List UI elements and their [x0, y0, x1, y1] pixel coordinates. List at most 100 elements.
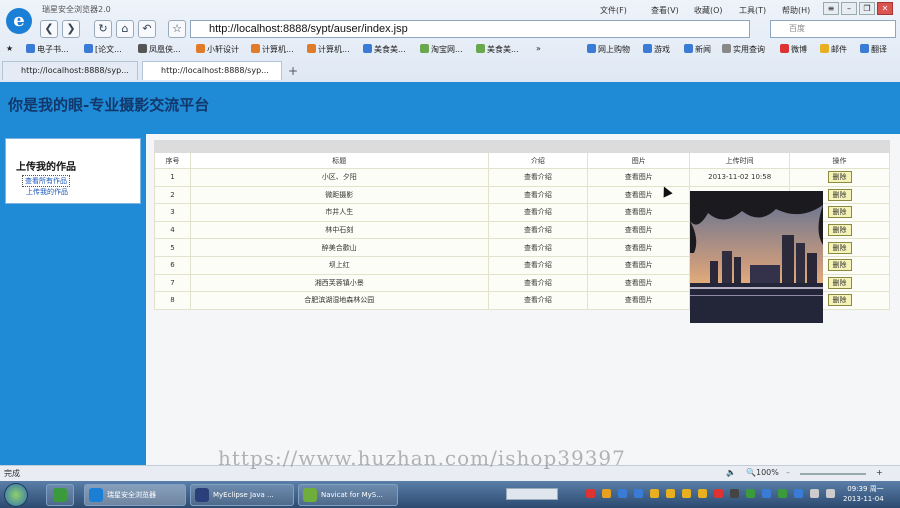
- zoom-in-icon[interactable]: +: [876, 468, 883, 477]
- row-title: 合肥滨湖湿地森林公园: [189, 291, 489, 310]
- zoom-icon[interactable]: 🔍: [746, 468, 756, 477]
- view-intro-link[interactable]: 查看介绍: [487, 238, 589, 257]
- view-picture-link[interactable]: 查看图片: [587, 185, 691, 205]
- fav-item[interactable]: 美食美...: [476, 44, 519, 55]
- back-button[interactable]: ❮: [40, 20, 58, 38]
- view-intro-link[interactable]: 查看介绍: [487, 291, 589, 310]
- tab-2[interactable]: http://localhost:8888/syp...: [142, 61, 282, 80]
- view-picture-link[interactable]: 查看图片: [587, 220, 691, 240]
- fav-item[interactable]: 新闻: [684, 44, 711, 55]
- favorites-bar: ★ 电子书... [论文... 凤凰侠... 小轩设计 计算机... 计算机..…: [0, 41, 900, 59]
- favorites-star-icon[interactable]: ★: [6, 44, 13, 53]
- tray-icon[interactable]: [650, 489, 659, 498]
- fav-item[interactable]: 翻译: [860, 44, 887, 55]
- taskbar-item-navicat[interactable]: Navicat for MyS...: [298, 484, 398, 506]
- clock-weekday: 周一: [869, 485, 884, 493]
- search-input[interactable]: 百度: [770, 20, 896, 38]
- tray-icon[interactable]: [746, 489, 755, 498]
- tray-icon[interactable]: [682, 489, 691, 498]
- fav-item[interactable]: 计算机...: [251, 44, 294, 55]
- fav-item[interactable]: 美食美...: [363, 44, 406, 55]
- fav-item[interactable]: 小轩设计: [196, 44, 239, 55]
- menu-file[interactable]: 文件(F): [600, 5, 627, 16]
- restore-icon[interactable]: ❐: [859, 2, 875, 15]
- tray-icon[interactable]: [778, 489, 787, 498]
- fav-more-icon[interactable]: »: [536, 44, 541, 53]
- delete-button[interactable]: 删除: [827, 224, 852, 237]
- view-picture-link[interactable]: 查看图片: [587, 203, 691, 222]
- view-picture-link[interactable]: 查看图片: [587, 238, 691, 257]
- minimize-icon[interactable]: –: [841, 2, 857, 15]
- menu-help[interactable]: 帮助(H): [782, 5, 810, 16]
- view-intro-link[interactable]: 查看介绍: [487, 185, 589, 205]
- close-icon[interactable]: ✕: [877, 2, 893, 15]
- tray-icon[interactable]: [618, 489, 627, 498]
- view-picture-link[interactable]: 查看图片: [587, 168, 691, 187]
- refresh-icon[interactable]: ↻: [94, 20, 112, 38]
- view-intro-link[interactable]: 查看介绍: [487, 220, 589, 240]
- tray-icon[interactable]: [698, 489, 707, 498]
- quick-launch-icon[interactable]: [46, 484, 74, 506]
- fav-item[interactable]: 游戏: [643, 44, 670, 55]
- fav-item[interactable]: 网上购物: [587, 44, 630, 55]
- delete-button[interactable]: 删除: [827, 241, 852, 254]
- delete-button[interactable]: 删除: [827, 188, 852, 201]
- view-intro-link[interactable]: 查看介绍: [487, 255, 589, 275]
- fav-item[interactable]: 淘宝网...: [420, 44, 463, 55]
- sidebar-link-upload[interactable]: 上传我的作品: [26, 187, 68, 197]
- mute-icon[interactable]: 🔈: [726, 468, 736, 477]
- tab-1[interactable]: http://localhost:8888/syp...: [2, 61, 138, 80]
- fav-item[interactable]: 实用查询: [722, 44, 765, 55]
- delete-button[interactable]: 删除: [827, 171, 852, 184]
- view-picture-link[interactable]: 查看图片: [587, 291, 691, 310]
- view-intro-link[interactable]: 查看介绍: [487, 273, 589, 293]
- col-header-upload-time: 上传时间: [689, 152, 791, 169]
- view-intro-link[interactable]: 查看介绍: [487, 203, 589, 222]
- row-upload-time: 2013-11-02 10:58: [689, 168, 791, 187]
- clock[interactable]: 09:39 周一 2013-11-04: [843, 484, 884, 504]
- fav-item[interactable]: 电子书...: [26, 44, 69, 55]
- menu-tools[interactable]: 工具(T): [739, 5, 766, 16]
- view-intro-link[interactable]: 查看介绍: [487, 168, 589, 187]
- home-icon[interactable]: ⌂: [116, 20, 134, 38]
- address-bar[interactable]: http://localhost:8888/sypt/auser/index.j…: [190, 20, 750, 38]
- delete-button[interactable]: 删除: [827, 276, 852, 289]
- taskbar-item-myeclipse[interactable]: MyEclipse Java ...: [190, 484, 294, 506]
- tray-icon[interactable]: [634, 489, 643, 498]
- tray-icon[interactable]: [666, 489, 675, 498]
- delete-button[interactable]: 删除: [827, 259, 852, 272]
- zoom-slider[interactable]: [800, 473, 866, 475]
- settings-icon[interactable]: ≡: [823, 2, 839, 15]
- tray-icon[interactable]: [714, 489, 723, 498]
- tray-icon[interactable]: [586, 489, 595, 498]
- undo-icon[interactable]: ↶: [138, 20, 156, 38]
- fav-item[interactable]: [论文...: [84, 44, 122, 55]
- tray-icon[interactable]: [730, 489, 739, 498]
- network-icon[interactable]: [810, 489, 819, 498]
- forward-button[interactable]: ❯: [62, 20, 80, 38]
- volume-icon[interactable]: [826, 489, 835, 498]
- fav-item[interactable]: 邮件: [820, 44, 847, 55]
- tray-icon[interactable]: [794, 489, 803, 498]
- sidebar-link-view-all[interactable]: 查看所有作品: [22, 175, 70, 187]
- taskbar-item-browser[interactable]: 瑞星安全浏览器: [84, 484, 186, 506]
- tray-icon[interactable]: [762, 489, 771, 498]
- fav-item[interactable]: 凤凰侠...: [138, 44, 181, 55]
- row-no: 8: [154, 291, 191, 310]
- fav-item[interactable]: 微博: [780, 44, 807, 55]
- view-picture-link[interactable]: 查看图片: [587, 273, 691, 293]
- start-button[interactable]: [4, 483, 28, 507]
- menu-view[interactable]: 查看(V): [651, 5, 679, 16]
- zoom-out-icon[interactable]: –: [786, 468, 790, 477]
- view-picture-link[interactable]: 查看图片: [587, 255, 691, 275]
- favorite-star-icon[interactable]: ☆: [168, 20, 186, 38]
- tray-icon[interactable]: [602, 489, 611, 498]
- taskbar-input[interactable]: [506, 488, 558, 500]
- col-header-action: 操作: [789, 152, 890, 169]
- delete-button[interactable]: 删除: [827, 294, 852, 307]
- menu-favorites[interactable]: 收藏(O): [694, 5, 723, 16]
- fav-item[interactable]: 计算机...: [307, 44, 350, 55]
- zoom-level[interactable]: 100%: [756, 468, 779, 477]
- delete-button[interactable]: 删除: [827, 206, 852, 219]
- new-tab-icon[interactable]: +: [284, 62, 302, 80]
